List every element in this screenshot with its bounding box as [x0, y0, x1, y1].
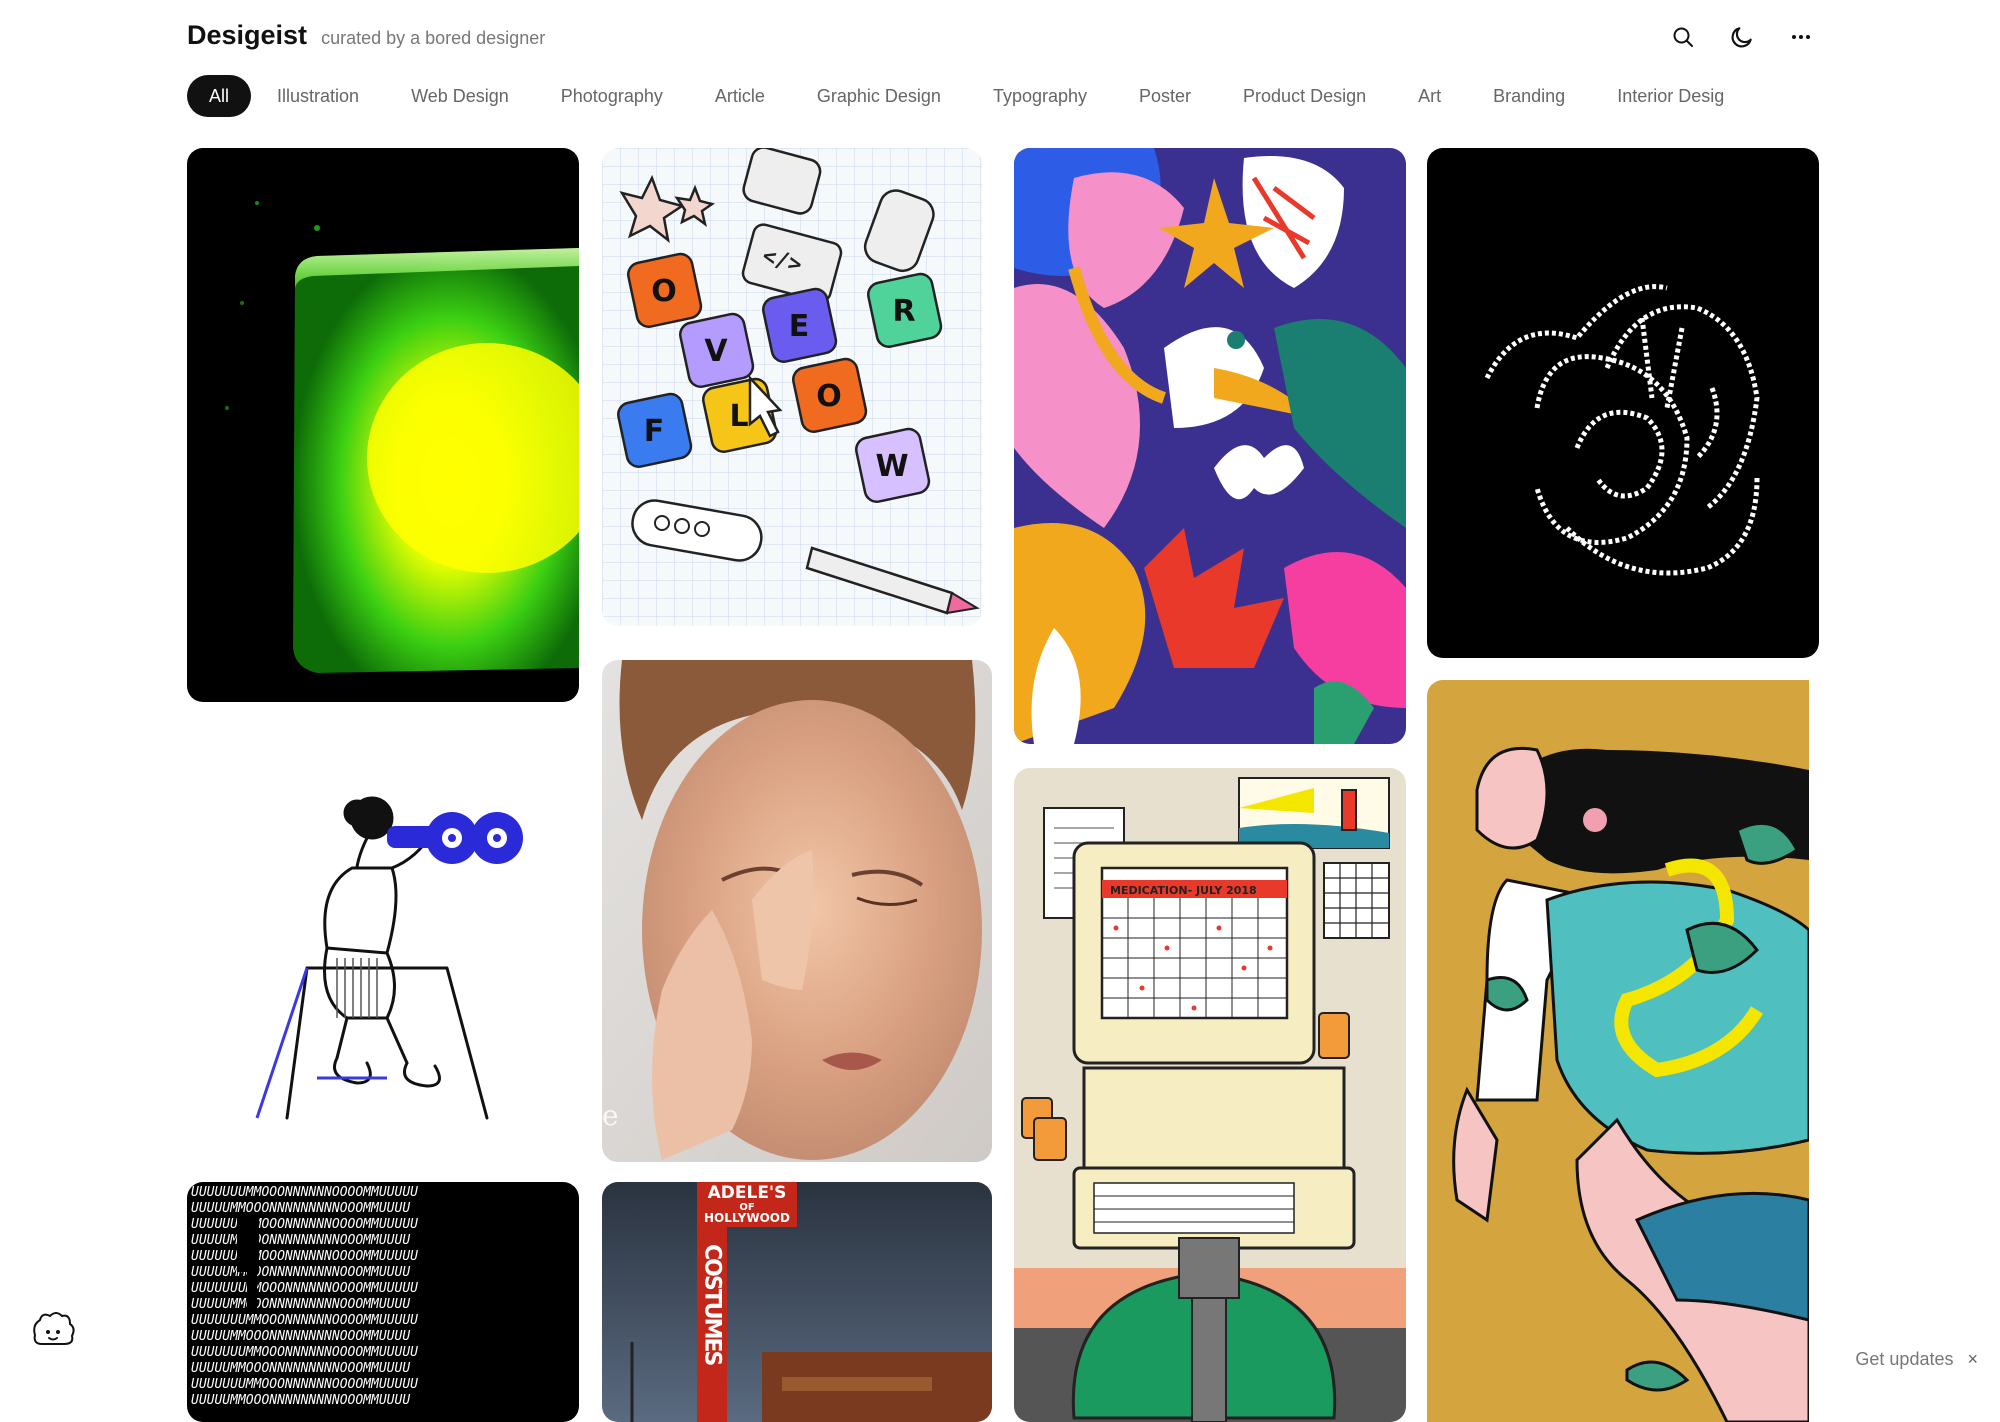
card-retro-computer[interactable]: MEDICATION- JULY 2018 — [1014, 768, 1406, 1422]
type-row: UUUUUMMOOONNNNNNNNNOOOMMUUUU — [191, 1329, 410, 1344]
pixel-art-artwork — [1427, 148, 1819, 658]
type-row: UUUUUMMOOONNNNNNNNNOOOMMUUUU — [191, 1297, 410, 1312]
card-pixel-art[interactable] — [1427, 148, 1819, 658]
close-icon[interactable]: × — [1967, 1349, 1978, 1370]
key-letter: R — [892, 294, 915, 329]
tropical-artwork — [1014, 148, 1406, 744]
get-updates-bar: Get updates × — [1855, 1349, 1978, 1370]
calendar-title: MEDICATION- JULY 2018 — [1110, 884, 1257, 897]
key-letter: L — [729, 399, 748, 434]
face-caption: e — [602, 1099, 619, 1132]
key-letter: O — [651, 274, 677, 309]
retro-computer-artwork: MEDICATION- JULY 2018 — [1014, 768, 1406, 1422]
type-row: UUUUUMMOOONNNNNNNNNOOOMMUUUU — [191, 1361, 410, 1376]
type-row: UUUUUUUMMOOONNNNNNOOOOMMUUUUU — [191, 1185, 418, 1200]
type-row: UUUUUUUMMOOONNNNNNOOOOMMUUUUU — [191, 1377, 418, 1392]
card-face-photo[interactable]: e — [602, 660, 992, 1162]
type-row: UUUUUUUMMOOONNNNNNOOOOMMUUUUU — [191, 1313, 418, 1328]
overflow-artwork: </> O V E R F L O W — [602, 148, 982, 626]
type-row: UUUUUMMOOONNNNNNNNNOOOMMUUUU — [191, 1265, 410, 1280]
type-row: UUUUUUUMMOOONNNNNNOOOOMMUUUUU — [191, 1281, 418, 1296]
key-letter: F — [644, 414, 665, 449]
key-letter: E — [789, 309, 810, 344]
key-letter: O — [816, 379, 842, 414]
key-letter: W — [875, 449, 908, 484]
masonry-grid: UUUUUUUMMOOONNNNNNOOOOMMUUUUU UUUUUMMOOO… — [0, 0, 2000, 1422]
mascot-logo-icon[interactable] — [30, 1310, 76, 1355]
type-pattern-artwork: UUUUUUUMMOOONNNNNNOOOOMMUUUUU UUUUUMMOOO… — [187, 1182, 579, 1422]
type-row: UUUUUMMOOONNNNNNNNNOOOMMUUUU — [191, 1393, 410, 1408]
card-green-cube[interactable] — [187, 148, 579, 702]
key-letter: V — [704, 334, 728, 369]
type-row: UUUUUMMOOONNNNNNNNNOOOMMUUUU — [191, 1201, 410, 1216]
green-cube-artwork — [187, 148, 579, 702]
card-type-pattern[interactable]: UUUUUUUMMOOONNNNNNOOOOMMUUUUU UUUUUMMOOO… — [187, 1182, 579, 1422]
woman-illustration-artwork — [1427, 680, 1809, 1422]
card-binoculars-illustration[interactable] — [187, 718, 579, 1148]
type-row: UUUUUMMOOONNNNNNNNNOOOMMUUUU — [191, 1233, 410, 1248]
type-row: UUUUUUUMMOOONNNNNNOOOOMMUUUUU — [191, 1345, 418, 1360]
neon-sign-artwork: ADELE'S OF HOLLYWOOD COSTUMES — [602, 1182, 992, 1422]
type-row: UUUUUUUMMOOONNNNNNOOOOMMUUUUU — [191, 1249, 418, 1264]
binoculars-artwork — [187, 718, 579, 1148]
card-overflow-keys[interactable]: </> O V E R F L O W — [602, 148, 982, 626]
face-photo-artwork: e — [602, 660, 992, 1162]
sign-hollywood: HOLLYWOOD — [704, 1211, 790, 1225]
card-tropical-illustration[interactable] — [1014, 148, 1406, 744]
sign-top: ADELE'S — [708, 1183, 787, 1203]
get-updates-link[interactable]: Get updates — [1855, 1349, 1953, 1370]
type-row: UUUUUUUMMOOONNNNNNOOOOMMUUUUU — [191, 1217, 418, 1232]
card-woman-illustration[interactable] — [1427, 680, 1809, 1422]
sign-vertical: COSTUMES — [700, 1244, 725, 1365]
card-neon-sign[interactable]: ADELE'S OF HOLLYWOOD COSTUMES — [602, 1182, 992, 1422]
